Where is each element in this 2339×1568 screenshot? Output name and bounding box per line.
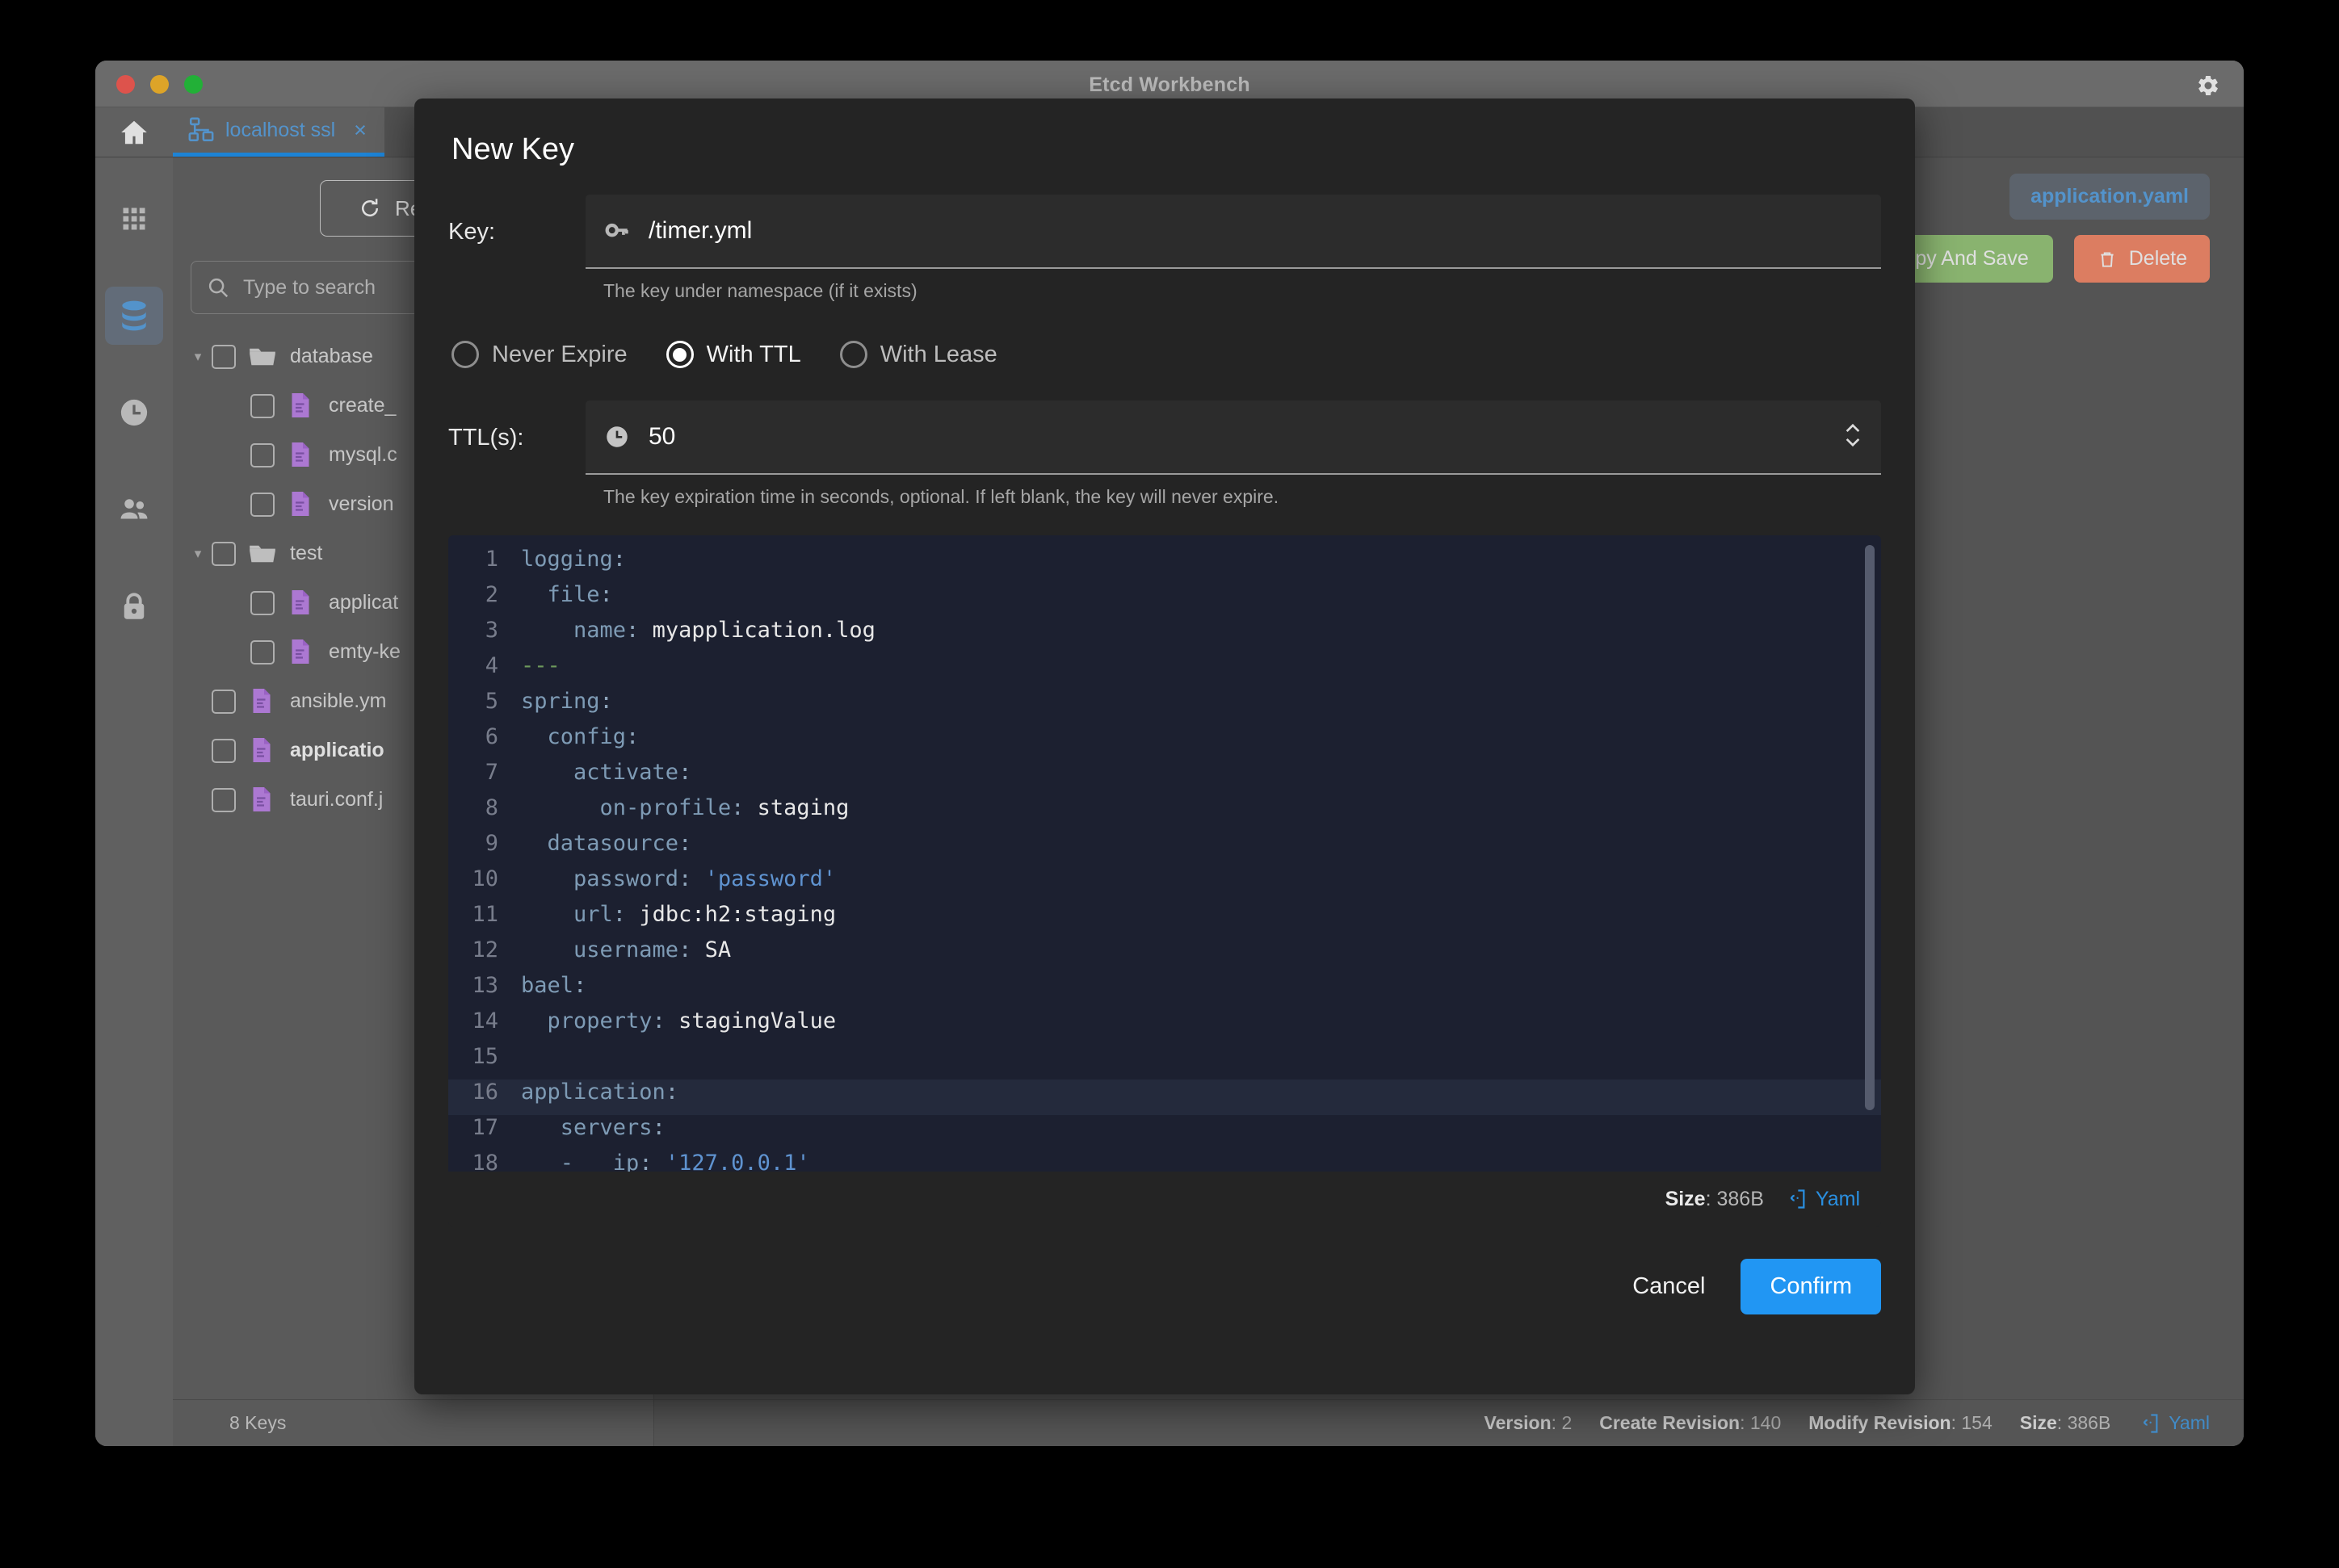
- code-editor-footer: Size: 386B Yaml: [448, 1172, 1881, 1226]
- code-line: 2 file:: [448, 582, 1881, 618]
- code-line-number: 14: [472, 1008, 498, 1033]
- code-line-number: 10: [472, 866, 498, 891]
- key-icon: [605, 223, 628, 237]
- code-line-number: 16: [472, 1080, 498, 1105]
- ttl-field-hint: The key expiration time in seconds, opti…: [603, 486, 1279, 507]
- radio-label: With Lease: [880, 341, 997, 367]
- code-line-text: file:: [521, 582, 613, 607]
- code-line-number: 12: [472, 937, 498, 962]
- dialog-title: New Key: [451, 132, 575, 166]
- ttl-field-label: TTL(s):: [448, 425, 524, 451]
- code-line-text: username: SA: [521, 937, 732, 962]
- code-line-text: - ip: '127.0.0.1': [521, 1151, 810, 1172]
- code-line: 9 datasource:: [448, 831, 1881, 866]
- radio-never-expire[interactable]: Never Expire: [451, 341, 628, 368]
- code-line-text: config:: [521, 724, 640, 749]
- cancel-button[interactable]: Cancel: [1605, 1259, 1732, 1314]
- code-line-number: 3: [485, 618, 498, 643]
- code-line: 12 username: SA: [448, 937, 1881, 973]
- code-line-number: 5: [485, 689, 498, 714]
- code-line-number: 9: [485, 831, 498, 856]
- code-line-number: 2: [485, 582, 498, 607]
- confirm-button[interactable]: Confirm: [1741, 1259, 1881, 1314]
- code-line: 4 ---: [448, 653, 1881, 689]
- value-code-editor[interactable]: 1 logging: 2 file: 3 name: myapplication.lo…: [448, 535, 1881, 1226]
- key-field-label: Key:: [448, 219, 496, 245]
- radio-ring: [666, 341, 694, 368]
- code-line: 16 application:: [448, 1080, 1881, 1115]
- radio-with-ttl[interactable]: With TTL: [666, 341, 801, 368]
- new-key-dialog: New Key Key: /timer.yml The key under na…: [414, 99, 1915, 1394]
- code-size: Size: 386B: [1665, 1187, 1764, 1210]
- code-braces-icon: [1790, 1189, 1805, 1209]
- code-line-number: 7: [485, 760, 498, 785]
- ttl-stepper[interactable]: [1842, 417, 1863, 457]
- key-field-row: Key: /timer.yml The key under namespace …: [448, 195, 1881, 302]
- code-language-label: Yaml: [1815, 1187, 1860, 1210]
- code-line-number: 18: [472, 1151, 498, 1172]
- code-line-text: activate:: [521, 760, 692, 785]
- code-scrollbar[interactable]: [1865, 545, 1875, 1110]
- code-line-text: application:: [521, 1080, 679, 1105]
- code-line: 3 name: myapplication.log: [448, 618, 1881, 653]
- code-line: 6 config:: [448, 724, 1881, 760]
- radio-ring: [839, 341, 867, 368]
- code-line: 11 url: jdbc:h2:staging: [448, 902, 1881, 937]
- key-field-hint: The key under namespace (if it exists): [603, 280, 918, 301]
- code-line-text: password: 'password': [521, 866, 837, 891]
- ttl-input-value: 50: [649, 423, 676, 450]
- code-line: 7 activate:: [448, 760, 1881, 795]
- code-line: 5 spring:: [448, 689, 1881, 724]
- code-line-text: ---: [521, 653, 561, 678]
- code-line: 14 property: stagingValue: [448, 1008, 1881, 1044]
- code-line-number: 4: [485, 653, 498, 678]
- code-line-text: url: jdbc:h2:staging: [521, 902, 837, 927]
- code-line: 13 bael:: [448, 973, 1881, 1008]
- code-line-text: spring:: [521, 689, 613, 714]
- code-line: 17 servers:: [448, 1115, 1881, 1151]
- code-line: 15: [448, 1044, 1881, 1080]
- code-line-text: name: myapplication.log: [521, 618, 876, 643]
- code-line: 8 on-profile: staging: [448, 795, 1881, 831]
- code-line-number: 6: [485, 724, 498, 749]
- code-line-text: property: stagingValue: [521, 1008, 837, 1033]
- code-line-number: 13: [472, 973, 498, 998]
- code-line-number: 11: [472, 902, 498, 927]
- key-input[interactable]: /timer.yml: [586, 195, 1881, 269]
- clock-icon: [607, 426, 628, 447]
- key-input-value: /timer.yml: [649, 217, 753, 244]
- radio-ring: [451, 341, 479, 368]
- ttl-input[interactable]: 50: [586, 400, 1881, 475]
- code-line: 10 password: 'password': [448, 866, 1881, 902]
- code-line-text: bael:: [521, 973, 587, 998]
- dialog-actions: Cancel Confirm: [448, 1226, 1881, 1314]
- code-line: 18 - ip: '127.0.0.1': [448, 1151, 1881, 1172]
- code-line: 1 logging:: [448, 547, 1881, 582]
- radio-label: Never Expire: [492, 341, 628, 367]
- stepper-updown-icon: [1846, 423, 1860, 447]
- radio-label: With TTL: [706, 341, 801, 367]
- code-line-text: servers:: [521, 1115, 666, 1140]
- code-line-text: logging:: [521, 547, 627, 572]
- expire-mode-radio-group: Never Expire With TTL With Lease: [448, 307, 1881, 400]
- radio-dot: [673, 347, 687, 362]
- code-line-number: 17: [472, 1115, 498, 1140]
- code-line-number: 15: [472, 1044, 498, 1069]
- code-line-number: 1: [485, 547, 498, 572]
- ttl-field-row: TTL(s): 50 The key expiration time in se…: [448, 400, 1881, 508]
- radio-with-lease[interactable]: With Lease: [839, 341, 997, 368]
- code-line-text: on-profile: staging: [521, 795, 850, 820]
- code-language-button[interactable]: Yaml: [1785, 1188, 1860, 1211]
- code-lines[interactable]: 1 logging: 2 file: 3 name: myapplication.lo…: [448, 535, 1881, 1172]
- code-line-text: datasource:: [521, 831, 692, 856]
- code-line-number: 8: [485, 795, 498, 820]
